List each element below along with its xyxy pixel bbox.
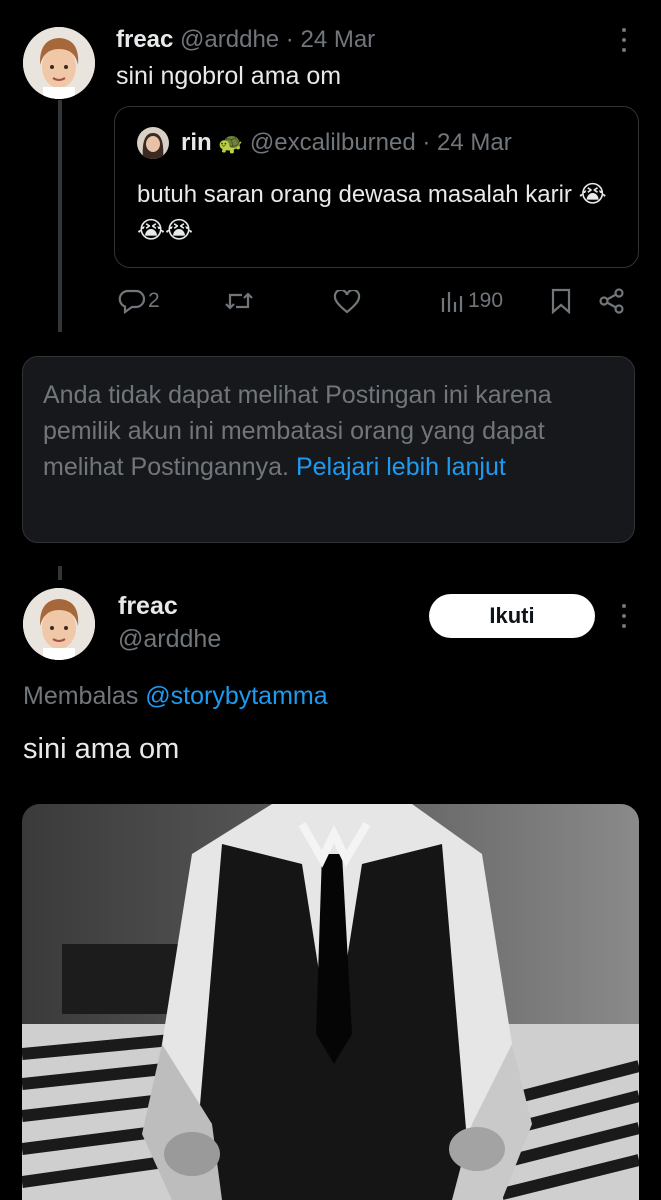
author-name[interactable]: freac bbox=[116, 26, 173, 53]
quote-text-content: butuh saran orang dewasa masalah karir bbox=[137, 181, 572, 208]
avatar[interactable] bbox=[23, 27, 95, 99]
quote-header: rin 🐢 @excalilburned · 24 Mar bbox=[181, 129, 512, 157]
reply-context: Membalas @storybytamma bbox=[23, 682, 328, 711]
author-handle[interactable]: @arddhe bbox=[180, 26, 279, 53]
follow-button[interactable]: Ikuti bbox=[429, 594, 595, 638]
reply-button[interactable]: 2 bbox=[118, 288, 160, 314]
reply-count: 2 bbox=[148, 289, 160, 312]
avatar-image bbox=[23, 27, 95, 99]
share-icon bbox=[599, 288, 624, 314]
quote-author-emoji: 🐢 bbox=[218, 133, 244, 155]
like-button[interactable] bbox=[333, 290, 361, 314]
author-name[interactable]: freac bbox=[118, 592, 178, 621]
avatar-image bbox=[23, 588, 95, 660]
tweet-text: sini ama om bbox=[23, 733, 180, 765]
tweet-header: freac @arddhe · 24 Mar bbox=[116, 26, 375, 54]
views-button[interactable]: 190 bbox=[440, 288, 503, 314]
avatar[interactable] bbox=[23, 588, 95, 660]
separator-dot: · bbox=[415, 129, 438, 156]
quote-text: butuh saran orang dewasa masalah karir 😭… bbox=[137, 177, 607, 249]
quote-avatar bbox=[137, 127, 169, 159]
more-icon[interactable] bbox=[614, 604, 634, 628]
views-count: 190 bbox=[468, 289, 504, 312]
bookmark-icon bbox=[551, 288, 571, 314]
views-icon bbox=[441, 292, 463, 312]
restricted-post-notice: Anda tidak dapat melihat Postingan ini k… bbox=[22, 356, 635, 543]
tweet-text: sini ngobrol ama om bbox=[116, 62, 342, 90]
share-button[interactable] bbox=[598, 288, 626, 314]
separator-dot: · bbox=[279, 26, 301, 53]
quote-date: 24 Mar bbox=[437, 129, 512, 156]
bookmark-button[interactable] bbox=[550, 288, 572, 314]
author-handle[interactable]: @arddhe bbox=[118, 625, 221, 654]
tweet-date[interactable]: 24 Mar bbox=[300, 26, 375, 53]
quote-author-handle: @excalilburned bbox=[249, 129, 416, 156]
quote-author-name: rin bbox=[181, 129, 212, 156]
quoted-tweet[interactable]: rin 🐢 @excalilburned · 24 Mar butuh sara… bbox=[114, 106, 639, 268]
reply-prefix: Membalas bbox=[23, 682, 146, 710]
reply-icon bbox=[118, 289, 146, 314]
retweet-button[interactable] bbox=[224, 288, 254, 314]
thread-line-bottom bbox=[58, 566, 62, 580]
media-image bbox=[22, 804, 639, 1200]
more-icon[interactable] bbox=[614, 28, 634, 52]
tweet-media[interactable] bbox=[22, 804, 639, 1200]
reply-to-handle[interactable]: @storybytamma bbox=[145, 682, 327, 710]
thread-line-top bbox=[58, 100, 62, 332]
heart-icon bbox=[333, 290, 361, 314]
retweet-icon bbox=[225, 292, 253, 310]
learn-more-link[interactable]: Pelajari lebih lanjut bbox=[296, 453, 506, 481]
